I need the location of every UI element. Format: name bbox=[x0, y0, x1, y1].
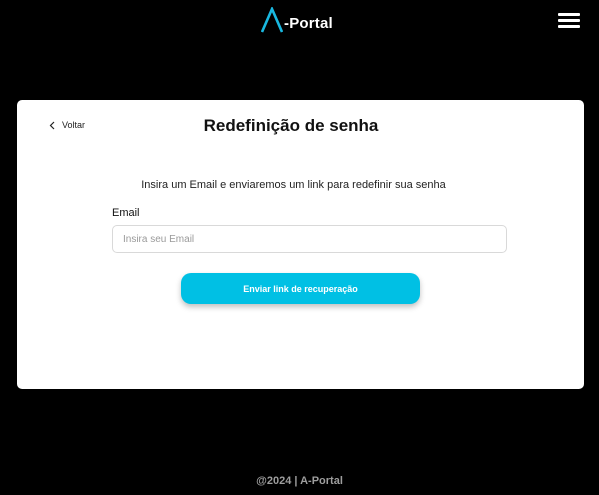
email-label: Email bbox=[112, 207, 140, 219]
instruction-text: Insira um Email e enviaremos um link par… bbox=[141, 179, 446, 191]
page: -Portal Voltar Redefinição de senha Insi… bbox=[0, 0, 599, 495]
logo-text: -Portal bbox=[284, 15, 333, 32]
menu-bar bbox=[558, 19, 580, 22]
a-logo-icon bbox=[261, 7, 283, 33]
send-recovery-link-button[interactable]: Enviar link de recuperação bbox=[181, 273, 420, 304]
password-reset-card: Voltar Redefinição de senha Insira um Em… bbox=[17, 100, 584, 389]
hamburger-menu-icon[interactable] bbox=[558, 13, 580, 29]
menu-bar bbox=[558, 25, 580, 28]
footer-copyright: @2024 | A-Portal bbox=[256, 475, 343, 487]
app-logo[interactable]: -Portal bbox=[261, 6, 333, 34]
email-field[interactable] bbox=[112, 225, 507, 253]
page-title: Redefinição de senha bbox=[203, 116, 379, 135]
menu-bar bbox=[558, 13, 580, 16]
